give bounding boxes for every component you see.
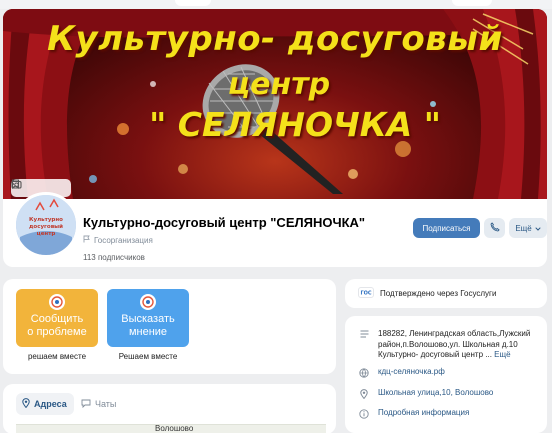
actions-card: Сообщить о проблеме Высказать мнение реш… — [3, 279, 336, 374]
globe-icon — [358, 367, 370, 378]
browser-top-strip — [0, 0, 552, 9]
info-site-row: кдц-селяночка.рф — [358, 367, 445, 378]
give-opinion-caption: Решаем вместе — [118, 352, 178, 361]
info-card: 188282, Ленинградская область,Лужский ра… — [345, 316, 547, 433]
cover-image: Культурно- досуговый центр " СЕЛЯНОЧКА " — [3, 9, 547, 199]
gosuslugi-icon: ГОС — [358, 287, 374, 300]
address-more-link[interactable]: Ещё — [494, 350, 510, 359]
tab-addresses[interactable]: Адреса — [16, 393, 74, 415]
info-address-text: 188282, Ленинградская область,Лужский ра… — [378, 329, 547, 361]
info-address-row: 188282, Ленинградская область,Лужский ра… — [358, 329, 547, 361]
gosuslugi-opinion-icon — [139, 293, 157, 311]
cover-title-line2: центр — [227, 67, 331, 102]
svg-text:Культурно: Культурно — [29, 217, 63, 223]
gosuslugi-feedback-icon — [48, 293, 66, 311]
top-tab — [175, 0, 211, 6]
gosuslugi-badge: ГОС — [360, 291, 371, 297]
site-link[interactable]: кдц-селяночка.рф — [378, 367, 445, 378]
phone-icon — [490, 219, 500, 237]
location-pin-icon — [22, 398, 30, 410]
chat-bubble-icon — [81, 399, 91, 410]
community-header: Культурно- досуговый центр " СЕЛЯНОЧКА "… — [3, 9, 547, 267]
community-type: Госорганизация — [83, 235, 153, 245]
give-opinion-label-2: мнение — [128, 326, 168, 338]
location-link[interactable]: Школьная улица,10, Волошово — [378, 388, 493, 399]
tab-chats[interactable]: Чаты — [81, 393, 116, 415]
flag-icon — [83, 235, 90, 245]
gosuslugi-verified-card: ГОС Подтверждено через Госуслуги — [345, 279, 547, 308]
give-opinion-label-1: Высказать — [121, 313, 175, 325]
more-button[interactable]: Ещё — [509, 218, 547, 238]
community-type-label: Госорганизация — [94, 235, 153, 245]
svg-text:досуговый: досуговый — [29, 223, 63, 230]
top-tab — [452, 0, 492, 6]
avatar-art: Культурно досуговый центр — [16, 195, 76, 255]
svg-text:центр: центр — [37, 231, 56, 237]
report-problem-label-2: о проблеме — [27, 326, 87, 338]
chevron-down-icon — [535, 224, 541, 233]
location-pin-icon — [358, 388, 370, 399]
text-lines-icon — [358, 329, 370, 361]
subscriber-count[interactable]: 113 подписчиков — [83, 253, 145, 262]
info-icon — [358, 408, 370, 419]
community-name: Культурно-досуговый центр "СЕЛЯНОЧКА" — [83, 215, 366, 230]
details-link[interactable]: Подробная информация — [378, 408, 469, 419]
gosuslugi-verified-text: Подтверждено через Госуслуги — [380, 289, 497, 298]
info-details-row: Подробная информация — [358, 408, 469, 419]
cover-title-line3: " СЕЛЯНОЧКА " — [149, 105, 441, 144]
report-problem-button[interactable]: Сообщить о проблеме — [16, 289, 98, 347]
subscribe-button[interactable]: Подписаться — [413, 218, 480, 238]
give-opinion-button[interactable]: Высказать мнение — [107, 289, 189, 347]
more-button-label: Ещё — [515, 223, 532, 233]
report-problem-label-1: Сообщить — [30, 313, 84, 325]
tab-chats-label: Чаты — [95, 399, 117, 409]
map-place-label: Волошово — [155, 424, 194, 433]
info-location-row: Школьная улица,10, Волошово — [358, 388, 493, 399]
phone-button[interactable] — [484, 218, 505, 238]
tab-addresses-label: Адреса — [34, 399, 67, 409]
cover-title-line1: Культурно- досуговый — [47, 19, 503, 59]
avatar[interactable]: Культурно досуговый центр — [13, 192, 79, 258]
report-problem-caption: решаем вместе — [27, 352, 87, 361]
